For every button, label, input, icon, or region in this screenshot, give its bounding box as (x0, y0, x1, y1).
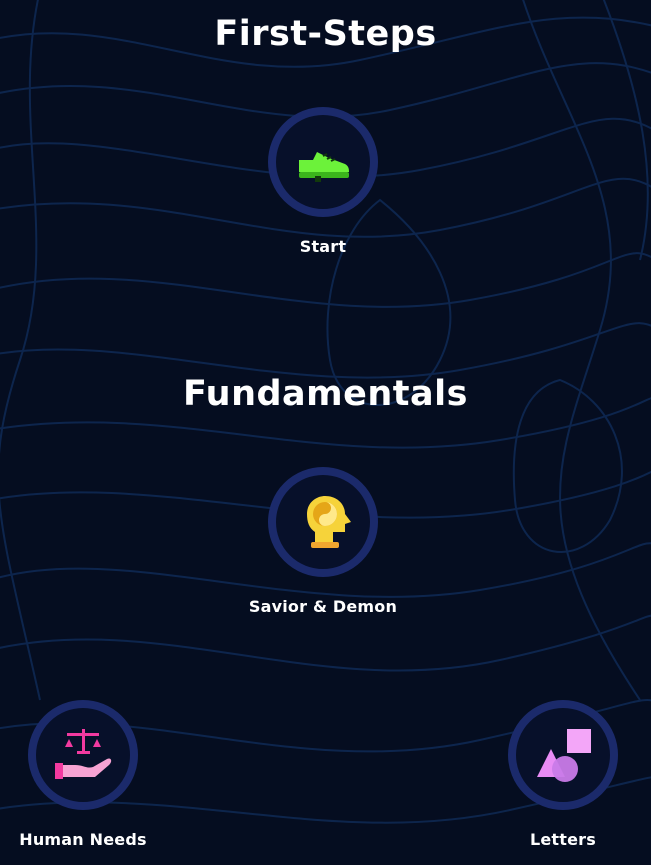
section-title-fundamentals: Fundamentals (183, 374, 468, 414)
yin-yang-head-icon (307, 496, 351, 548)
lesson-ring (268, 467, 378, 577)
lesson-ring (28, 700, 138, 810)
lesson-label: Letters (529, 830, 596, 849)
section-title-first-steps: First-Steps (214, 14, 437, 54)
scales-hand-icon (55, 729, 112, 779)
shoe-icon (299, 152, 349, 182)
lesson-label: Start (299, 237, 347, 256)
lesson-ring (268, 107, 378, 217)
lesson-label: Savior & Demon (248, 597, 398, 616)
lesson-savior-demon[interactable]: Savior & Demon (243, 467, 403, 616)
lesson-label: Human Needs (19, 830, 147, 849)
lesson-human-needs[interactable]: Human Needs (3, 700, 163, 849)
lesson-ring (508, 700, 618, 810)
lesson-start[interactable]: Start (243, 107, 403, 256)
lesson-letters[interactable]: Letters (483, 700, 643, 849)
shapes-icon (537, 729, 591, 782)
